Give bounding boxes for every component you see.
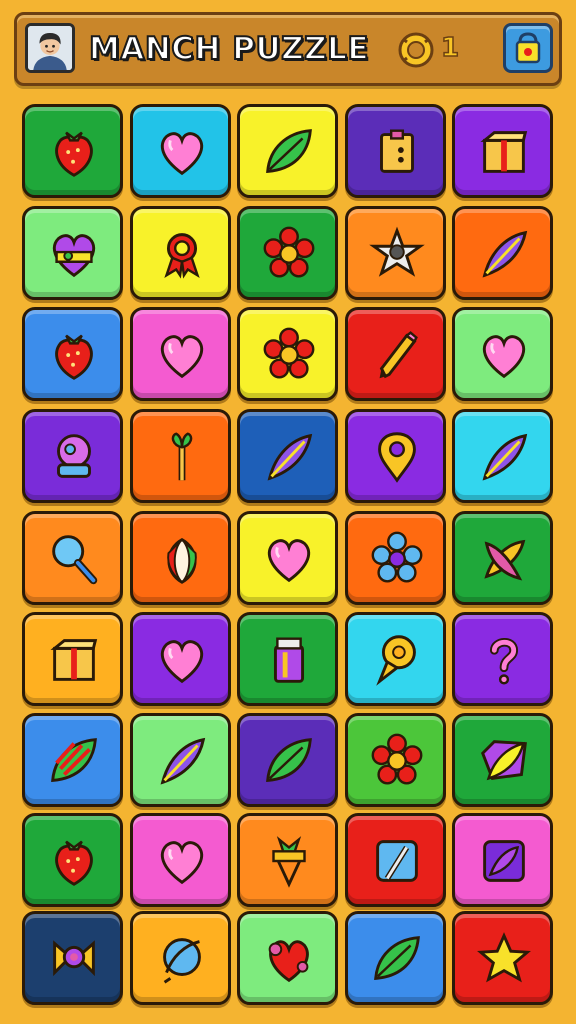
bow-gem-icon bbox=[53, 940, 95, 977]
tile-feather-card[interactable] bbox=[452, 813, 553, 907]
box-icon bbox=[380, 129, 414, 173]
tile-flower[interactable] bbox=[345, 713, 446, 807]
heart-icon bbox=[160, 640, 204, 684]
tile-heart-splat[interactable] bbox=[237, 911, 338, 1005]
tile-pencil[interactable] bbox=[345, 307, 446, 401]
feather-icon bbox=[482, 230, 528, 278]
tile-heart[interactable] bbox=[130, 307, 231, 401]
feather-icon bbox=[482, 433, 528, 481]
tile-flower[interactable] bbox=[237, 307, 338, 401]
tile-feather-ball[interactable] bbox=[130, 911, 231, 1005]
map-pin-icon bbox=[378, 432, 416, 483]
ribbon-icon bbox=[164, 233, 200, 279]
flower-icon bbox=[263, 327, 315, 379]
star-icon bbox=[477, 932, 531, 983]
carrot-pot-icon bbox=[272, 836, 306, 888]
tile-heart[interactable] bbox=[130, 813, 231, 907]
tile-heart[interactable] bbox=[237, 511, 338, 605]
tile-leaf[interactable] bbox=[237, 104, 338, 198]
tile-star-gear[interactable] bbox=[345, 206, 446, 300]
tile-chat-pin[interactable] bbox=[345, 612, 446, 706]
puzzle-board bbox=[0, 0, 576, 1024]
gift-box-icon bbox=[50, 639, 98, 681]
tile-feather[interactable] bbox=[130, 713, 231, 807]
tile-heart-badge[interactable] bbox=[22, 206, 123, 300]
tile-ribbon[interactable] bbox=[130, 206, 231, 300]
tile-heart[interactable] bbox=[452, 307, 553, 401]
flower-icon bbox=[371, 733, 423, 785]
seed-icon bbox=[167, 537, 197, 584]
heart-icon bbox=[267, 539, 311, 583]
tile-feather[interactable] bbox=[452, 409, 553, 503]
cross-leaves-icon bbox=[484, 539, 526, 581]
tile-strawberry[interactable] bbox=[22, 307, 123, 401]
feather-ball-icon bbox=[163, 938, 201, 984]
tile-star[interactable] bbox=[452, 911, 553, 1005]
feather-icon bbox=[267, 433, 313, 481]
tile-snow-globe[interactable] bbox=[22, 409, 123, 503]
strawberry-icon bbox=[55, 334, 93, 380]
tile-gift-box[interactable] bbox=[452, 104, 553, 198]
tile-leaf[interactable] bbox=[345, 911, 446, 1005]
magnifier-icon bbox=[52, 535, 98, 585]
leaf-icon bbox=[374, 936, 420, 980]
leaf-icon bbox=[266, 738, 312, 782]
striped-leaf-icon bbox=[51, 738, 97, 782]
feather-icon bbox=[160, 737, 206, 785]
tile-seed[interactable] bbox=[130, 511, 231, 605]
tile-heart[interactable] bbox=[130, 612, 231, 706]
tile-question-mark[interactable] bbox=[452, 612, 553, 706]
tile-heart[interactable] bbox=[130, 104, 231, 198]
tile-gift-box[interactable] bbox=[22, 612, 123, 706]
heart-icon bbox=[160, 132, 204, 176]
heart-badge-icon bbox=[52, 234, 96, 278]
tile-bow-gem[interactable] bbox=[22, 911, 123, 1005]
chat-pin-icon bbox=[376, 635, 416, 686]
tile-leaf[interactable] bbox=[237, 713, 338, 807]
tile-striped-leaf[interactable] bbox=[22, 713, 123, 807]
feather-badge-icon bbox=[480, 740, 527, 781]
tile-feather[interactable] bbox=[237, 409, 338, 503]
strawberry-icon bbox=[55, 840, 93, 886]
tile-flower[interactable] bbox=[237, 206, 338, 300]
heart-icon bbox=[160, 841, 204, 885]
star-gear-icon bbox=[369, 226, 425, 277]
tile-cross-leaves[interactable] bbox=[452, 511, 553, 605]
flower-gear-icon bbox=[371, 531, 423, 583]
heart-splat-icon bbox=[268, 940, 309, 983]
tile-brush-card[interactable] bbox=[345, 813, 446, 907]
tile-feather-badge[interactable] bbox=[452, 713, 553, 807]
flower-icon bbox=[263, 226, 315, 278]
tile-map-pin[interactable] bbox=[345, 409, 446, 503]
tile-sprout-pin[interactable] bbox=[130, 409, 231, 503]
heart-icon bbox=[482, 335, 526, 379]
feather-card-icon bbox=[483, 840, 525, 882]
leaf-icon bbox=[266, 129, 312, 173]
tile-box[interactable] bbox=[345, 104, 446, 198]
tile-jar[interactable] bbox=[237, 612, 338, 706]
snow-globe-icon bbox=[57, 434, 91, 478]
sprout-pin-icon bbox=[171, 432, 193, 481]
jar-icon bbox=[273, 637, 305, 683]
tile-strawberry[interactable] bbox=[22, 104, 123, 198]
strawberry-icon bbox=[55, 131, 93, 177]
heart-icon bbox=[160, 335, 204, 379]
brush-card-icon bbox=[376, 840, 418, 882]
tile-strawberry[interactable] bbox=[22, 813, 123, 907]
tile-flower-gear[interactable] bbox=[345, 511, 446, 605]
tile-feather[interactable] bbox=[452, 206, 553, 300]
pencil-icon bbox=[379, 331, 418, 379]
tile-magnifier[interactable] bbox=[22, 511, 123, 605]
question-mark-icon bbox=[489, 637, 519, 685]
tile-carrot-pot[interactable] bbox=[237, 813, 338, 907]
gift-box-icon bbox=[480, 131, 528, 173]
